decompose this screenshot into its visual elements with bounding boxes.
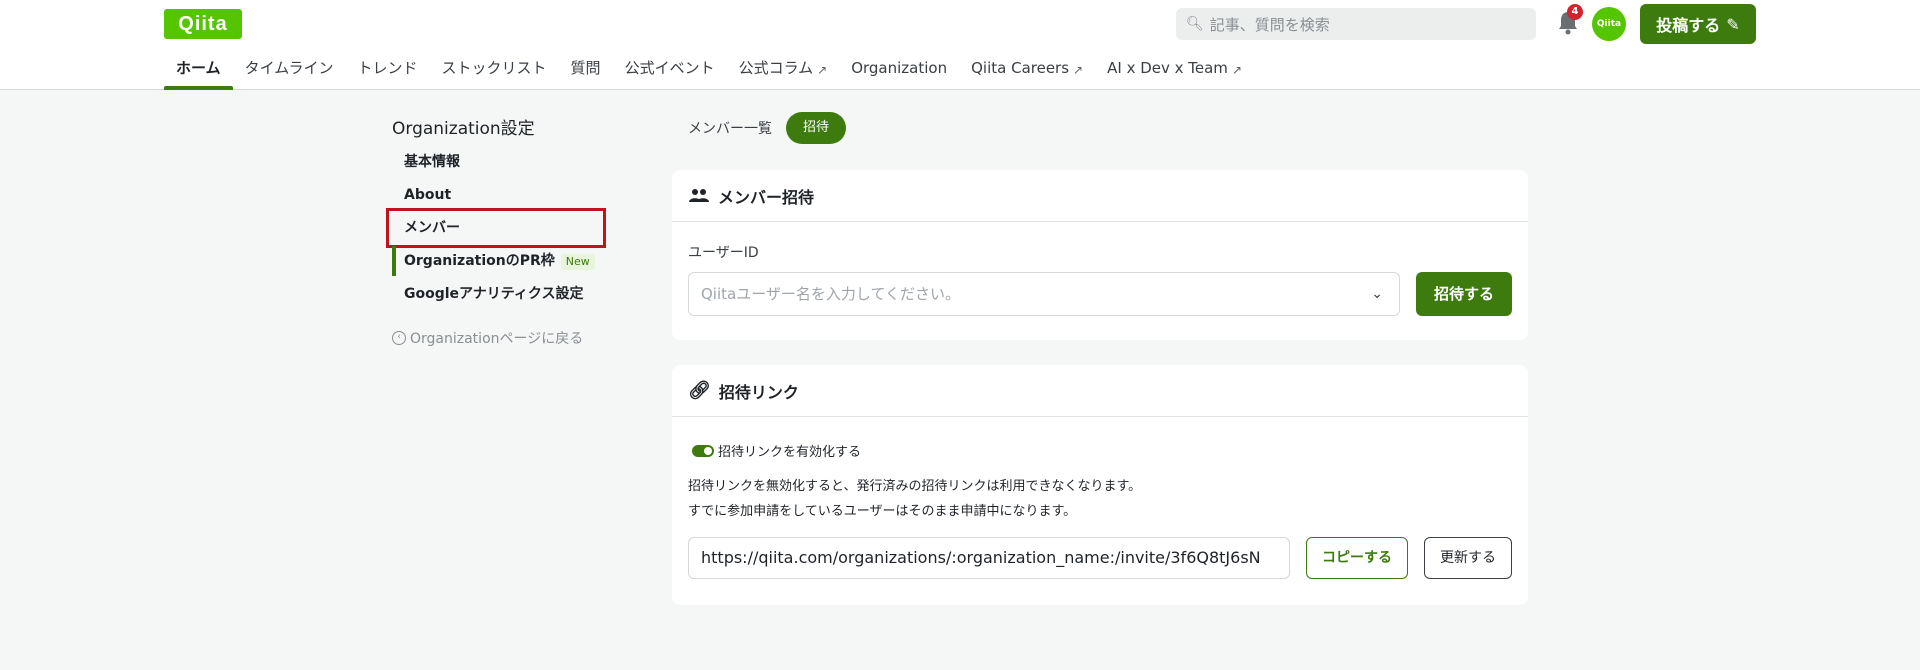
copy-button[interactable]: コピーする bbox=[1306, 537, 1408, 579]
nav-item-timeline[interactable]: タイムライン bbox=[233, 52, 346, 90]
member-invite-header: メンバー招待 bbox=[672, 170, 1528, 222]
nav-item-home[interactable]: ホーム bbox=[164, 52, 233, 90]
avatar[interactable]: Qiita bbox=[1592, 7, 1626, 41]
nav-item-stocklist[interactable]: ストックリスト bbox=[430, 52, 559, 90]
external-link-icon: ↗ bbox=[1073, 63, 1084, 77]
description-line-1: 招待リンクを無効化すると、発行済みの招待リンクは利用できなくなります。 bbox=[688, 479, 1142, 494]
nav-item-questions[interactable]: 質問 bbox=[559, 52, 613, 90]
notification-badge: 4 bbox=[1567, 4, 1583, 20]
arrow-left-circle-icon: ‹ bbox=[392, 331, 406, 345]
sidebar-title: Organization設定 bbox=[392, 119, 535, 139]
main-nav: ホーム タイムライン トレンド ストックリスト 質問 公式イベント 公式コラム ↗… bbox=[164, 52, 1254, 90]
nav-item-careers[interactable]: Qiita Careers ↗ bbox=[959, 52, 1095, 90]
nav-item-organization[interactable]: Organization bbox=[839, 52, 959, 90]
post-button[interactable]: 投稿する ✎ bbox=[1640, 4, 1756, 44]
new-badge: New bbox=[560, 254, 595, 270]
sidebar-item-pr-slot[interactable]: OrganizationのPR枠 New bbox=[392, 246, 602, 276]
member-invite-card: メンバー招待 ユーザーID Qiitaユーザー名を入力してください。 ⌄ 招待す… bbox=[672, 170, 1528, 340]
user-id-select[interactable]: Qiitaユーザー名を入力してください。 ⌄ bbox=[688, 272, 1400, 316]
tab-members-list[interactable]: メンバー一覧 bbox=[688, 118, 772, 138]
update-button[interactable]: 更新する bbox=[1424, 537, 1512, 579]
external-link-icon: ↗ bbox=[1231, 63, 1242, 77]
back-to-org-link[interactable]: ‹ Organizationページに戻る bbox=[392, 328, 583, 348]
search-input[interactable]: 🔍︎ 記事、質問を検索 bbox=[1176, 8, 1536, 40]
pencil-icon: ✎ bbox=[1726, 14, 1740, 34]
sidebar-item-google-analytics[interactable]: Googleアナリティクス設定 bbox=[392, 279, 602, 309]
users-icon bbox=[689, 188, 709, 202]
link-icon: 🔗︎ bbox=[688, 380, 711, 401]
invite-url-field[interactable]: https://qiita.com/organizations/:organiz… bbox=[688, 537, 1290, 579]
invite-link-title: 招待リンク bbox=[718, 382, 799, 402]
external-link-icon: ↗ bbox=[817, 63, 828, 77]
invite-button[interactable]: 招待する bbox=[1416, 272, 1512, 316]
post-button-label: 投稿する bbox=[1656, 16, 1721, 35]
chevron-down-icon: ⌄ bbox=[1371, 286, 1383, 302]
invite-link-card: 🔗︎ 招待リンク 招待リンクを有効化する 招待リンクを無効化すると、発行済みの招… bbox=[672, 365, 1528, 605]
search-icon: 🔍︎ bbox=[1186, 16, 1204, 32]
nav-item-ai-dev-team[interactable]: AI x Dev x Team ↗ bbox=[1095, 52, 1254, 90]
nav-item-events[interactable]: 公式イベント bbox=[613, 52, 727, 90]
toggle-label: 招待リンクを有効化する bbox=[718, 445, 862, 460]
description-line-2: すでに参加申請をしているユーザーはそのまま申請中になります。 bbox=[688, 504, 1077, 519]
nav-item-column[interactable]: 公式コラム ↗ bbox=[727, 52, 840, 90]
invite-link-toggle[interactable] bbox=[692, 445, 714, 457]
tab-invite[interactable]: 招待 bbox=[786, 112, 846, 144]
member-invite-title: メンバー招待 bbox=[718, 187, 815, 207]
highlight-box bbox=[386, 208, 606, 248]
nav-item-trend[interactable]: トレンド bbox=[346, 52, 430, 90]
sidebar-item-basic-info[interactable]: 基本情報 bbox=[392, 147, 602, 177]
sidebar-item-about[interactable]: About bbox=[392, 180, 602, 210]
invite-link-header: 🔗︎ 招待リンク bbox=[672, 365, 1528, 417]
qiita-logo[interactable]: Qiita bbox=[164, 9, 242, 39]
top-header: Qiita 🔍︎ 記事、質問を検索 4 Qiita 投稿する ✎ ホーム タイム… bbox=[0, 0, 1920, 90]
user-id-label: ユーザーID bbox=[688, 245, 759, 261]
search-placeholder: 記事、質問を検索 bbox=[1209, 15, 1330, 34]
